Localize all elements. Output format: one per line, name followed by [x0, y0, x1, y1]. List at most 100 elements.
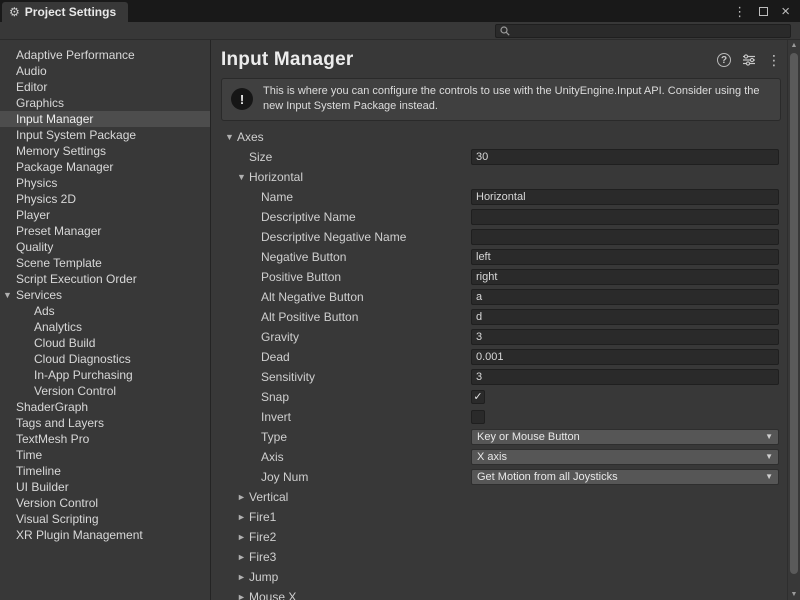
window-menu-icon[interactable]: ⋮	[733, 5, 746, 18]
foldout-closed-icon[interactable]: ►	[237, 507, 246, 527]
sidebar-item-label: Preset Manager	[16, 224, 101, 238]
property-label: Type	[261, 427, 287, 447]
help-icon[interactable]: ?	[717, 53, 731, 67]
sidebar-item-physics-2d[interactable]: Physics 2D	[0, 191, 210, 207]
property-label: Dead	[261, 347, 290, 367]
close-icon[interactable]: ×	[781, 4, 790, 19]
scroll-down-icon[interactable]: ▼	[788, 591, 800, 598]
sidebar-item-analytics[interactable]: Analytics	[0, 319, 210, 335]
sidebar-item-package-manager[interactable]: Package Manager	[0, 159, 210, 175]
window-controls: ⋮ ×	[733, 4, 800, 19]
sidebar-item-physics[interactable]: Physics	[0, 175, 210, 191]
sidebar-item-memory-settings[interactable]: Memory Settings	[0, 143, 210, 159]
sidebar-item-services[interactable]: ▼Services	[0, 287, 210, 303]
foldout-closed-icon[interactable]: ►	[237, 527, 246, 547]
kebab-menu-icon[interactable]: ⋮	[767, 52, 781, 69]
property-row-mouse-x[interactable]: ►Mouse X	[211, 587, 787, 600]
size-field[interactable]	[471, 149, 779, 165]
positive-button-field[interactable]	[471, 269, 779, 285]
foldout-closed-icon[interactable]: ►	[237, 567, 246, 587]
sidebar-item-ads[interactable]: Ads	[0, 303, 210, 319]
sidebar-item-cloud-diagnostics[interactable]: Cloud Diagnostics	[0, 351, 210, 367]
sensitivity-field[interactable]	[471, 369, 779, 385]
dead-field[interactable]	[471, 349, 779, 365]
foldout-closed-icon[interactable]: ►	[237, 587, 246, 600]
maximize-icon[interactable]	[759, 7, 768, 16]
sidebar-item-time[interactable]: Time	[0, 447, 210, 463]
property-row-alt-positive-button: Alt Positive Button	[211, 307, 787, 327]
property-row-snap: Snap✓	[211, 387, 787, 407]
descriptive-name-field[interactable]	[471, 209, 779, 225]
scrollbar-thumb[interactable]	[790, 53, 798, 574]
sidebar-item-audio[interactable]: Audio	[0, 63, 210, 79]
sidebar-item-textmesh-pro[interactable]: TextMesh Pro	[0, 431, 210, 447]
help-box-text: This is where you can configure the cont…	[263, 84, 771, 115]
property-row-fire2[interactable]: ►Fire2	[211, 527, 787, 547]
sidebar-item-version-control[interactable]: Version Control	[0, 383, 210, 399]
search-input[interactable]	[514, 25, 786, 37]
sidebar-item-label: Visual Scripting	[16, 512, 99, 526]
alt-negative-button-field[interactable]	[471, 289, 779, 305]
sidebar-item-xr-plugin-management[interactable]: XR Plugin Management	[0, 527, 210, 543]
sidebar-item-scene-template[interactable]: Scene Template	[0, 255, 210, 271]
sidebar-item-shadergraph[interactable]: ShaderGraph	[0, 399, 210, 415]
scroll-up-icon[interactable]: ▲	[788, 42, 800, 49]
sidebar-item-timeline[interactable]: Timeline	[0, 463, 210, 479]
property-row-descriptive-negative-name: Descriptive Negative Name	[211, 227, 787, 247]
sidebar-item-tags-and-layers[interactable]: Tags and Layers	[0, 415, 210, 431]
tab-project-settings[interactable]: ⚙ Project Settings	[2, 2, 128, 22]
property-row-vertical[interactable]: ►Vertical	[211, 487, 787, 507]
foldout-open-icon[interactable]: ▼	[3, 290, 12, 300]
type-dropdown[interactable]: Key or Mouse Button▼	[471, 429, 779, 445]
sidebar-item-cloud-build[interactable]: Cloud Build	[0, 335, 210, 351]
sidebar-item-label: Audio	[16, 64, 47, 78]
property-row-positive-button: Positive Button	[211, 267, 787, 287]
axis-dropdown[interactable]: X axis▼	[471, 449, 779, 465]
sidebar-item-preset-manager[interactable]: Preset Manager	[0, 223, 210, 239]
sidebar-item-script-execution-order[interactable]: Script Execution Order	[0, 271, 210, 287]
sidebar-item-ui-builder[interactable]: UI Builder	[0, 479, 210, 495]
foldout-closed-icon[interactable]: ►	[237, 487, 246, 507]
search-box[interactable]	[495, 24, 791, 38]
joy-num-dropdown[interactable]: Get Motion from all Joysticks▼	[471, 469, 779, 485]
property-label: Size	[249, 147, 272, 167]
name-field[interactable]	[471, 189, 779, 205]
sidebar-item-input-manager[interactable]: Input Manager	[0, 111, 210, 127]
property-row-fire3[interactable]: ►Fire3	[211, 547, 787, 567]
sidebar-item-label: Cloud Build	[34, 336, 95, 350]
property-label: Sensitivity	[261, 367, 315, 387]
sidebar-item-in-app-purchasing[interactable]: In-App Purchasing	[0, 367, 210, 383]
sidebar-item-label: XR Plugin Management	[16, 528, 143, 542]
sidebar-item-visual-scripting[interactable]: Visual Scripting	[0, 511, 210, 527]
foldout-open-icon[interactable]: ▼	[225, 127, 234, 147]
foldout-closed-icon[interactable]: ►	[237, 547, 246, 567]
sidebar-item-label: Package Manager	[16, 160, 113, 174]
panel-header: Input Manager ? ⋮	[211, 40, 787, 75]
alt-positive-button-field[interactable]	[471, 309, 779, 325]
sidebar-item-adaptive-performance[interactable]: Adaptive Performance	[0, 47, 210, 63]
property-row-fire1[interactable]: ►Fire1	[211, 507, 787, 527]
negative-button-field[interactable]	[471, 249, 779, 265]
sidebar-item-quality[interactable]: Quality	[0, 239, 210, 255]
project-settings-window: ⚙ Project Settings ⋮ × Adaptive Performa…	[0, 0, 800, 600]
sidebar-item-version-control[interactable]: Version Control	[0, 495, 210, 511]
snap-checkbox[interactable]: ✓	[471, 390, 485, 404]
property-row-horizontal[interactable]: ▼Horizontal	[211, 167, 787, 187]
gravity-field[interactable]	[471, 329, 779, 345]
property-row-axes[interactable]: ▼Axes	[211, 127, 787, 147]
invert-checkbox[interactable]	[471, 410, 485, 424]
property-label: Axes	[237, 127, 264, 147]
property-row-jump[interactable]: ►Jump	[211, 567, 787, 587]
property-label: Negative Button	[261, 247, 346, 267]
settings-sidebar: Adaptive PerformanceAudioEditorGraphicsI…	[0, 40, 211, 600]
sidebar-item-editor[interactable]: Editor	[0, 79, 210, 95]
vertical-scrollbar[interactable]: ▲ ▼	[787, 40, 800, 600]
descriptive-negative-name-field[interactable]	[471, 229, 779, 245]
sidebar-item-player[interactable]: Player	[0, 207, 210, 223]
preset-icon[interactable]	[742, 54, 756, 66]
sidebar-item-graphics[interactable]: Graphics	[0, 95, 210, 111]
foldout-open-icon[interactable]: ▼	[237, 167, 246, 187]
sidebar-item-input-system-package[interactable]: Input System Package	[0, 127, 210, 143]
property-label: Invert	[261, 407, 291, 427]
sidebar-item-label: Version Control	[16, 496, 98, 510]
